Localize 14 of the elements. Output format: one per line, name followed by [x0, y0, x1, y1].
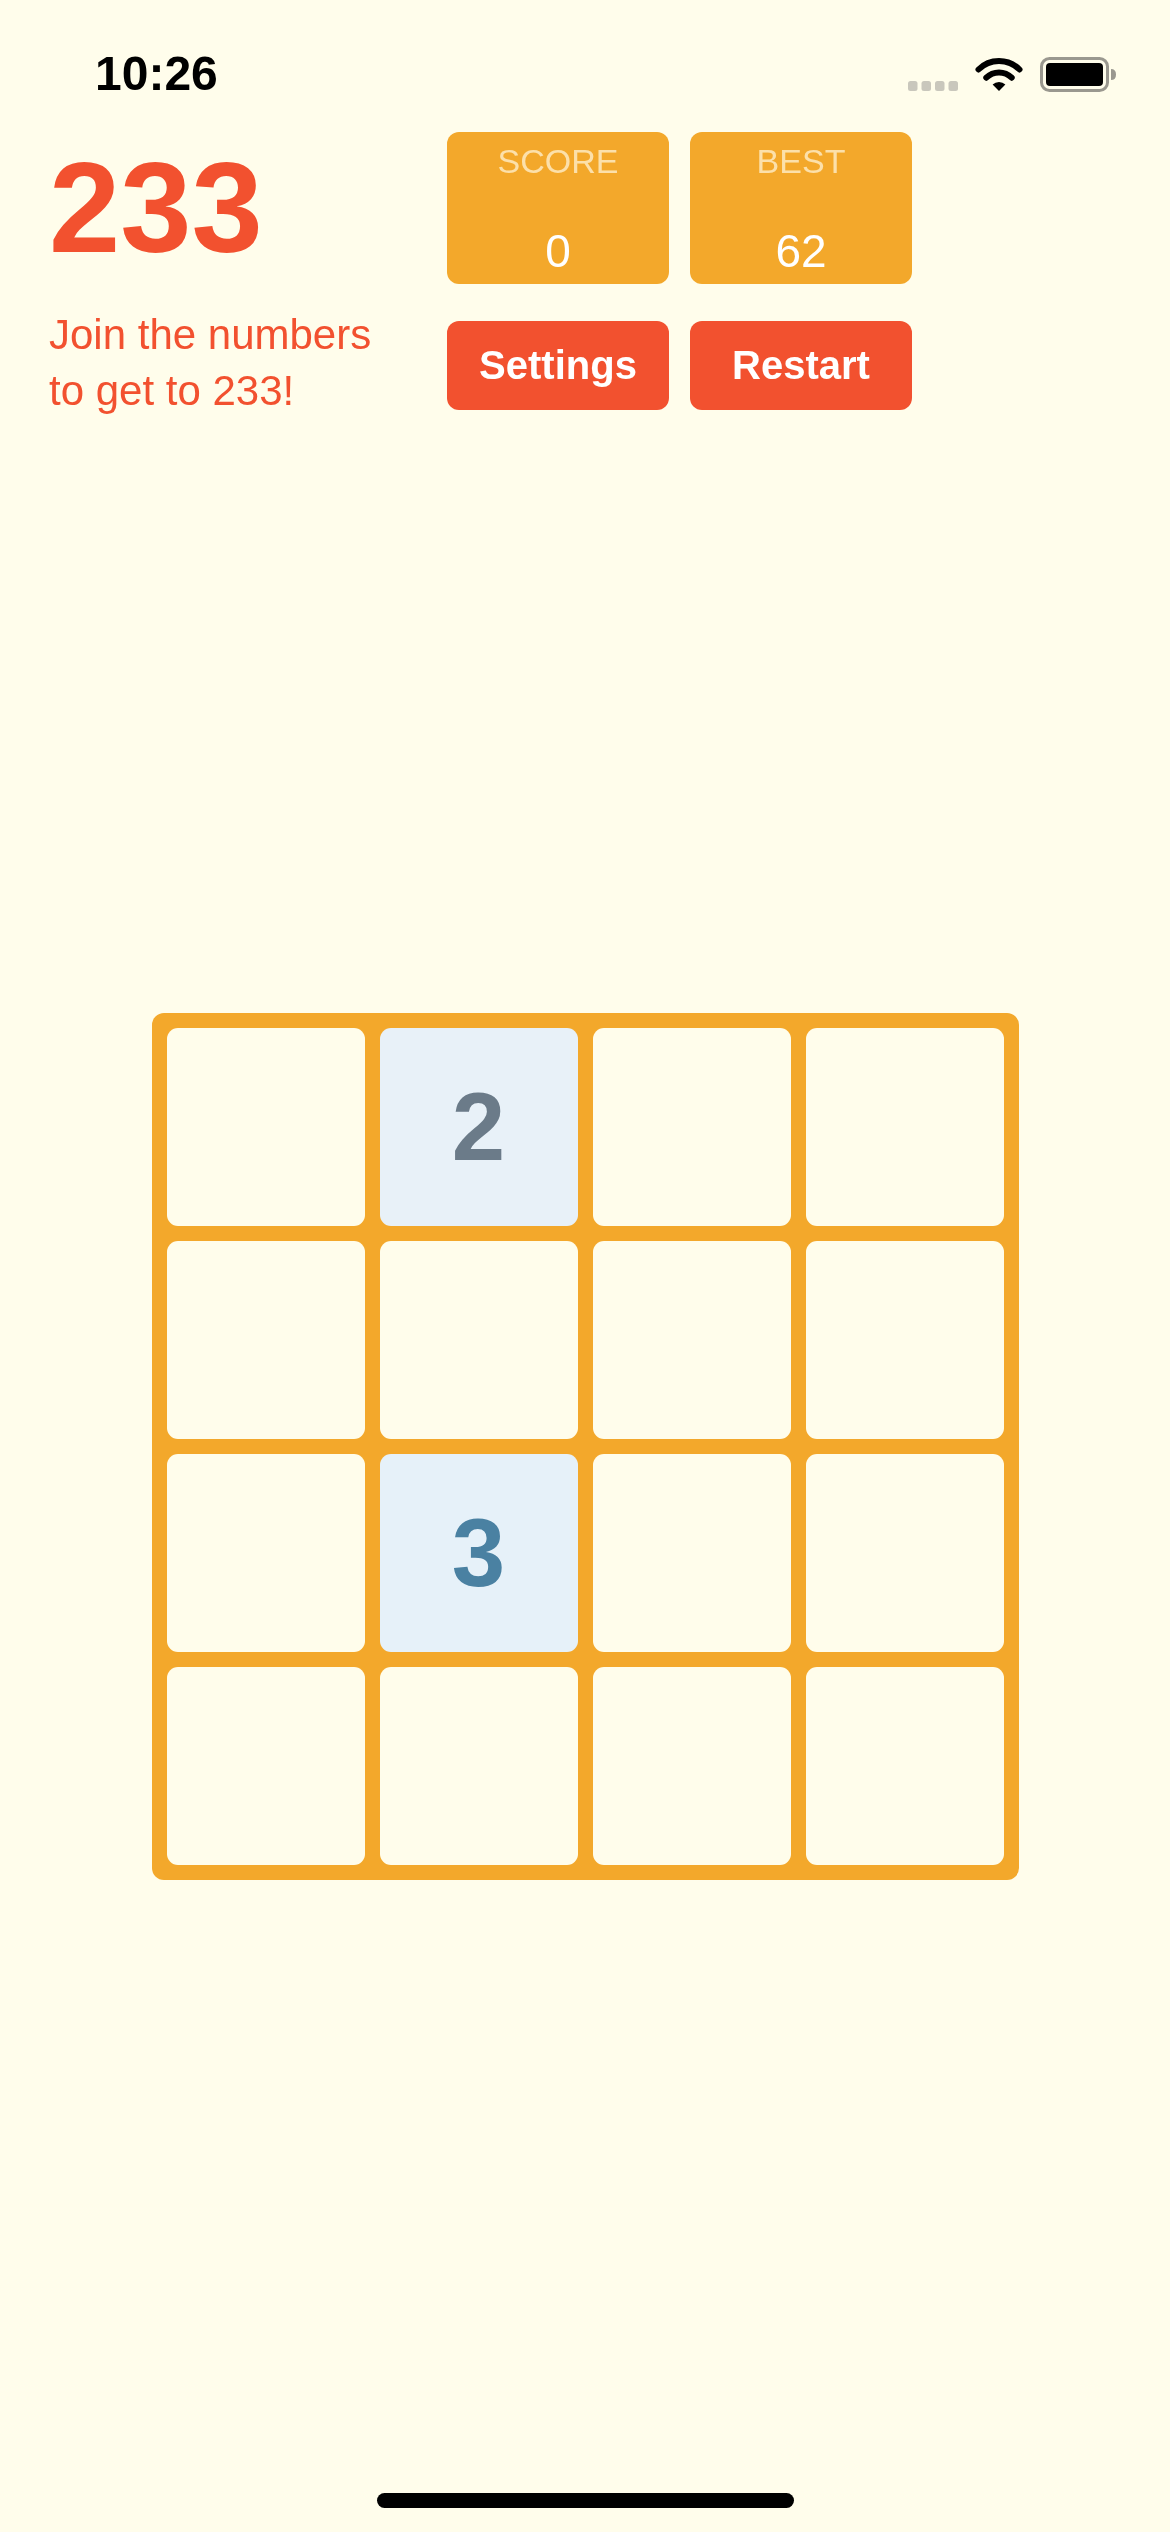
- score-label: SCORE: [497, 144, 619, 178]
- settings-button[interactable]: Settings: [447, 321, 669, 410]
- number-tile: 3: [379, 1454, 578, 1652]
- score-value: 0: [545, 228, 571, 274]
- battery-icon: [1040, 57, 1116, 92]
- score-label: BEST: [756, 144, 846, 178]
- game-title: 233: [49, 144, 264, 272]
- game-subtitle: Join the numbers to get to 233!: [49, 310, 373, 416]
- status-time: 10:26: [95, 50, 218, 98]
- restart-button[interactable]: Restart: [690, 321, 912, 410]
- number-tile: 2: [379, 1028, 578, 1226]
- score-value: 62: [775, 228, 827, 274]
- cellular-signal-icon: [908, 81, 958, 91]
- wifi-icon: [975, 56, 1023, 92]
